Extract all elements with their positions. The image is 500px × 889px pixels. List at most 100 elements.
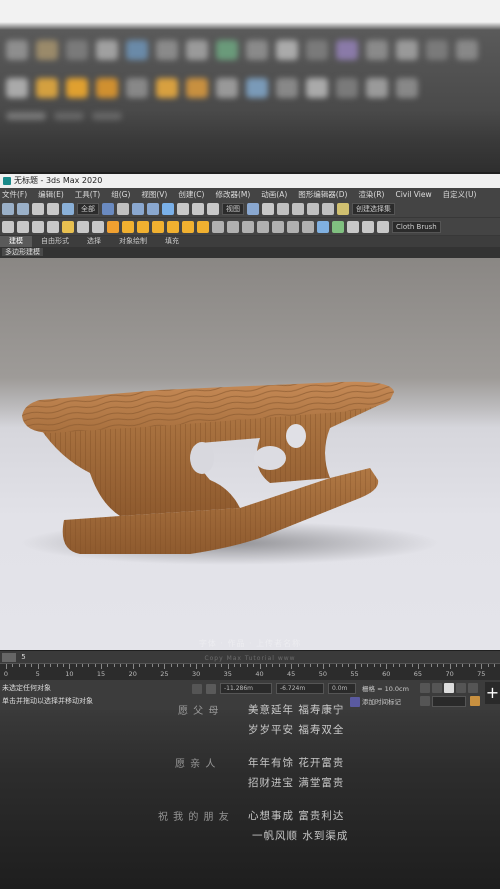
spot-light-icon[interactable] xyxy=(152,220,164,233)
reference-coord-dropdown[interactable]: 视图 xyxy=(222,203,244,215)
z-coordinate-field[interactable]: 0.0m xyxy=(328,683,356,694)
rotate-icon[interactable] xyxy=(177,203,189,215)
lock-selection-icon[interactable] xyxy=(192,684,202,694)
perspective-viewport[interactable] xyxy=(0,258,500,650)
current-frame-field[interactable] xyxy=(432,696,466,707)
tab-selection[interactable]: 选择 xyxy=(78,236,110,247)
angle-snap-icon[interactable] xyxy=(292,203,304,215)
selection-filter-dropdown[interactable]: 全部 xyxy=(77,203,99,215)
select-object-icon[interactable] xyxy=(102,203,114,215)
polygon-modeling-label[interactable]: 多边形建模 xyxy=(2,248,43,256)
menu-view[interactable]: 视图(V) xyxy=(141,188,167,201)
next-frame-icon[interactable] xyxy=(456,683,466,693)
geometry-icon[interactable] xyxy=(317,220,329,233)
tab-modeling[interactable]: 建模 xyxy=(0,236,32,247)
menu-create[interactable]: 创建(C) xyxy=(178,188,204,201)
key-mode-icon[interactable] xyxy=(420,696,430,706)
sun-icon[interactable] xyxy=(197,220,209,233)
align-icon[interactable] xyxy=(17,220,29,233)
add-icon[interactable]: + xyxy=(485,682,500,704)
keyboard-shortcut-icon[interactable] xyxy=(262,203,274,215)
sphere-icon[interactable] xyxy=(137,220,149,233)
menu-group[interactable]: 组(G) xyxy=(111,188,130,201)
box-icon[interactable] xyxy=(212,220,224,233)
scale-icon[interactable] xyxy=(192,203,204,215)
edit-named-sets-icon[interactable] xyxy=(337,203,349,215)
tab-freeform[interactable]: 自由形式 xyxy=(32,236,78,247)
timeline-tick xyxy=(367,664,369,667)
check-icon[interactable] xyxy=(377,220,389,233)
unlink-icon[interactable] xyxy=(47,203,59,215)
dome-icon[interactable] xyxy=(167,220,179,233)
poem-who-2: 愿 亲 人 xyxy=(175,759,217,770)
track-bar[interactable]: 0 5 10 15 20 25 30 35 40 45 50 55 60 65 70 75 xyxy=(0,663,500,680)
add-time-tag-button[interactable]: 添加时间标记 xyxy=(362,696,401,706)
menu-edit[interactable]: 编辑(E) xyxy=(38,188,64,201)
time-config-icon[interactable] xyxy=(470,696,480,706)
omni-light-icon[interactable] xyxy=(182,220,194,233)
menu-modifiers[interactable]: 修改器(M) xyxy=(215,188,250,201)
play-icon[interactable] xyxy=(444,683,454,693)
menu-graph-editors[interactable]: 图形编辑器(D) xyxy=(298,188,347,201)
move-icon[interactable] xyxy=(162,203,174,215)
teapot-icon[interactable] xyxy=(302,220,314,233)
cloth-icon[interactable] xyxy=(347,220,359,233)
menu-tools[interactable]: 工具(T) xyxy=(75,188,100,201)
camera-icon[interactable] xyxy=(32,220,44,233)
timeline-tick xyxy=(44,664,46,667)
absolute-mode-icon[interactable] xyxy=(206,684,216,694)
systems-icon[interactable] xyxy=(287,220,299,233)
spinner-snap-icon[interactable] xyxy=(322,203,334,215)
material-icon[interactable] xyxy=(77,220,89,233)
half-sphere-icon[interactable] xyxy=(122,220,134,233)
mirror-icon[interactable] xyxy=(2,220,14,233)
timeline-tick xyxy=(348,664,350,667)
tab-object-paint[interactable]: 对象绘制 xyxy=(110,236,156,247)
pivot-icon[interactable] xyxy=(247,203,259,215)
go-to-end-icon[interactable] xyxy=(468,683,478,693)
tab-populate[interactable]: 填充 xyxy=(156,236,188,247)
go-to-start-icon[interactable] xyxy=(420,683,430,693)
rect-selection-icon[interactable] xyxy=(132,203,144,215)
menu-customize[interactable]: 自定义(U) xyxy=(443,188,477,201)
modifier-icon[interactable] xyxy=(227,220,239,233)
cloth-brush-field[interactable]: Cloth Brush xyxy=(392,220,441,233)
menu-civil-view[interactable]: Civil View xyxy=(395,188,431,201)
bind-spacewarp-icon[interactable] xyxy=(62,203,74,215)
render-icon[interactable] xyxy=(107,220,119,233)
helper-icon[interactable] xyxy=(242,220,254,233)
link-icon[interactable] xyxy=(32,203,44,215)
place-icon[interactable] xyxy=(207,203,219,215)
brush-settings-icon[interactable] xyxy=(362,220,374,233)
named-selection-set-dropdown[interactable]: 创建选择集 xyxy=(352,203,395,215)
redo-icon[interactable] xyxy=(17,203,29,215)
time-tag-icon[interactable] xyxy=(350,697,360,707)
menu-file[interactable]: 文件(F) xyxy=(2,188,27,201)
previous-frame-icon[interactable] xyxy=(432,683,442,693)
timeline-tick xyxy=(177,664,179,667)
timeline-tick xyxy=(449,664,451,669)
timeline-tick xyxy=(284,664,286,667)
y-coordinate-field[interactable]: -6.724m xyxy=(276,683,324,694)
window-crossing-icon[interactable] xyxy=(147,203,159,215)
light-icon[interactable] xyxy=(62,220,74,233)
timeline-tick xyxy=(37,664,39,669)
timeline-tick-label: 20 xyxy=(128,670,137,678)
color-palette-icon[interactable] xyxy=(332,220,344,233)
timeline-tick xyxy=(132,664,134,669)
menu-animation[interactable]: 动画(A) xyxy=(261,188,287,201)
particle-icon[interactable] xyxy=(272,220,284,233)
poem-line-2: 岁岁平安 福寿双全 xyxy=(248,724,345,736)
layer-icon[interactable] xyxy=(47,220,59,233)
menu-rendering[interactable]: 渲染(R) xyxy=(358,188,384,201)
percent-snap-icon[interactable] xyxy=(307,203,319,215)
x-coordinate-field[interactable]: -11.286m xyxy=(220,683,272,694)
timeline-tick xyxy=(12,664,14,667)
scatter-icon[interactable] xyxy=(257,220,269,233)
select-by-name-icon[interactable] xyxy=(117,203,129,215)
poem-who-3: 祝 我 的 朋 友 xyxy=(158,812,230,823)
timeline-tick xyxy=(405,664,407,667)
undo-icon[interactable] xyxy=(2,203,14,215)
render-setup-icon[interactable] xyxy=(92,220,104,233)
snap-3d-icon[interactable] xyxy=(277,203,289,215)
